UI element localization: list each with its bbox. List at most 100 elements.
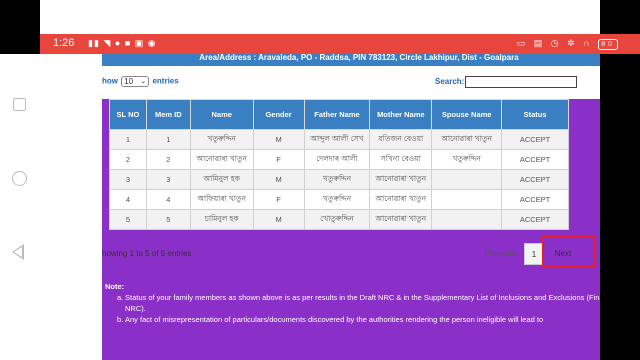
note-list: a. Status of your family members as shown…: [105, 292, 600, 325]
cell-father-name: খতুৰুদ্দিন: [303, 189, 371, 210]
table-row: 5 5 চামিনুল হক M খোতুৰুদ্দিন আনোৱাৰা খাত…: [109, 209, 569, 230]
header-spouse-name[interactable]: Spouse Name: [431, 99, 503, 130]
cell-mother-name: আনোৱাৰা খাতুন: [369, 189, 433, 210]
cell-gender: F: [252, 189, 305, 210]
status-time: 1:26: [53, 37, 75, 49]
cell-mother-name: আনোৱাৰা খাতুন: [369, 169, 433, 190]
note-text: Status of your family members as shown a…: [125, 293, 600, 313]
note-text: Any fact of misrepresentation of particu…: [125, 315, 544, 324]
signal-icon: ▮▮: [88, 38, 100, 48]
red-highlight-box: [542, 236, 596, 268]
search-label: Search:: [435, 77, 465, 86]
status-bar: 1:26 ▮▮ ◥ ● ■ ▣ ◉ ▭ ▤ ◷ ✲ ∩ 80: [40, 34, 640, 54]
cell-name: আফিয়াৰা খাতুন: [189, 189, 254, 210]
settings-icon: ✲: [567, 38, 578, 48]
cell-status: ACCEPT: [501, 149, 569, 170]
cell-sl-no: 5: [109, 209, 147, 230]
header-gender[interactable]: Gender: [252, 99, 305, 130]
table-row: 4 4 আফিয়াৰা খাতুন F খতুৰুদ্দিন আনোৱাৰা …: [109, 189, 569, 210]
cell-spouse-name: আনোৱাৰা খাতুন: [431, 129, 503, 150]
table-row: 3 3 আমিনুল হক M খতুৰুদ্দিন আনোৱাৰা খাতুন…: [109, 169, 569, 190]
cell-spouse-name: [431, 209, 503, 230]
cell-spouse-name: [431, 169, 503, 190]
battery-icon: 80: [598, 39, 618, 50]
previous-button[interactable]: Previous: [476, 243, 524, 265]
app-icon: ◉: [147, 38, 157, 48]
cell-name: আনোৱাৰা খাতুন: [189, 149, 254, 170]
cell-mother-name: আনোৱাৰা খাতুন: [369, 209, 433, 230]
cell-mem-id: 5: [145, 209, 191, 230]
note-box: Note: a. Status of your family members as…: [102, 278, 600, 360]
cell-sl-no: 2: [109, 149, 147, 170]
system-icons: ▭ ▤ ◷ ✲ ∩ 80: [517, 38, 618, 50]
entries-label: entries: [152, 76, 179, 86]
note-marker: a.: [117, 293, 124, 302]
cell-name: খতুৰুদ্দিন: [189, 129, 254, 150]
cell-gender: M: [252, 129, 305, 150]
back-button[interactable]: [12, 244, 24, 260]
cell-father-name: খতুৰুদ্দিন: [303, 169, 371, 190]
cell-sl-no: 4: [109, 189, 147, 210]
cell-father-name: খোতুৰুদ্দিন: [303, 209, 371, 230]
cell-mem-id: 1: [145, 129, 191, 150]
family-members-table-container: SL NO Mem ID Name Gender Father Name Mot…: [102, 99, 600, 301]
cell-gender: M: [252, 169, 305, 190]
cell-mother-name: সখিনা বেওয়া: [369, 149, 433, 170]
cell-mem-id: 2: [145, 149, 191, 170]
web-page: Area/Address : Aravaleda, PO - Raddsa, P…: [40, 54, 600, 360]
cell-mother-name: যতিজন বেওয়া: [369, 129, 433, 150]
message-icon: ■: [124, 38, 132, 48]
note-item: b. Any fact of misrepresentation of parti…: [117, 314, 600, 325]
header-father-name[interactable]: Father Name: [303, 99, 371, 130]
cell-name: আমিনুল হক: [189, 169, 254, 190]
alarm-icon: ◷: [550, 38, 562, 48]
table-row: 1 1 খতুৰুদ্দিন M আব্দুল আলী সেখ যতিজন বে…: [109, 129, 569, 150]
phone-screen: 1:26 ▮▮ ◥ ● ■ ▣ ◉ ▭ ▤ ◷ ✲ ∩ 80 Area/Addr…: [0, 0, 640, 360]
headset-icon: ∩: [583, 38, 593, 48]
cell-status: ACCEPT: [501, 209, 569, 230]
screenshot-icon: ▤: [533, 38, 546, 48]
cell-status: ACCEPT: [501, 169, 569, 190]
search-input[interactable]: [465, 76, 577, 88]
cell-mem-id: 3: [145, 169, 191, 190]
entries-select[interactable]: 10 ⌄: [121, 76, 150, 87]
table-header-row: SL NO Mem ID Name Gender Father Name Mot…: [109, 99, 569, 130]
search-control: Search:: [435, 77, 464, 86]
note-item: a. Status of your family members as shown…: [117, 292, 600, 314]
header-name[interactable]: Name: [189, 99, 254, 130]
address-banner: Area/Address : Aravaleda, PO - Raddsa, P…: [102, 54, 600, 66]
header-mem-id[interactable]: Mem ID: [145, 99, 191, 130]
cell-father-name: আব্দুল আলী সেখ: [303, 129, 371, 150]
header-sl-no[interactable]: SL NO: [109, 99, 147, 130]
header-status[interactable]: Status: [501, 99, 569, 130]
cell-mem-id: 4: [145, 189, 191, 210]
whatsapp-icon: ●: [114, 38, 122, 48]
cell-status: ACCEPT: [501, 129, 569, 150]
home-button[interactable]: [12, 171, 27, 186]
cell-sl-no: 1: [109, 129, 147, 150]
chevron-down-icon: ⌄: [140, 78, 147, 85]
table-info: howing 1 to 5 of 5 entries: [102, 249, 192, 258]
entries-length-control: how 10 ⌄ entries: [102, 76, 179, 87]
entries-select-value: 10: [124, 77, 134, 86]
cell-name: চামিনুল হক: [189, 209, 254, 230]
table-row: 2 2 আনোৱাৰা খাতুন F দেলদাৰ আলী সখিনা বেও…: [109, 149, 569, 170]
android-nav-bar: [0, 54, 40, 360]
note-title: Note:: [105, 282, 125, 291]
cell-gender: M: [252, 209, 305, 230]
cell-spouse-name: [431, 189, 503, 210]
letterbox-right: [600, 0, 640, 360]
cell-father-name: দেলদাৰ আলী: [303, 149, 371, 170]
cell-gender: F: [252, 149, 305, 170]
image-icon: ▣: [134, 38, 145, 48]
cell-spouse-name: খতুৰুদ্দিন: [431, 149, 503, 170]
family-members-table: SL NO Mem ID Name Gender Father Name Mot…: [109, 99, 569, 230]
notification-icons: ▮▮ ◥ ● ■ ▣ ◉: [88, 38, 157, 49]
show-label: how: [102, 76, 118, 86]
cast-icon: ▭: [516, 38, 529, 48]
page-1-button[interactable]: 1: [524, 243, 544, 265]
recents-button[interactable]: [13, 98, 26, 111]
cell-status: ACCEPT: [501, 189, 569, 210]
note-marker: b.: [117, 315, 124, 324]
header-mother-name[interactable]: Mother Name: [369, 99, 433, 130]
